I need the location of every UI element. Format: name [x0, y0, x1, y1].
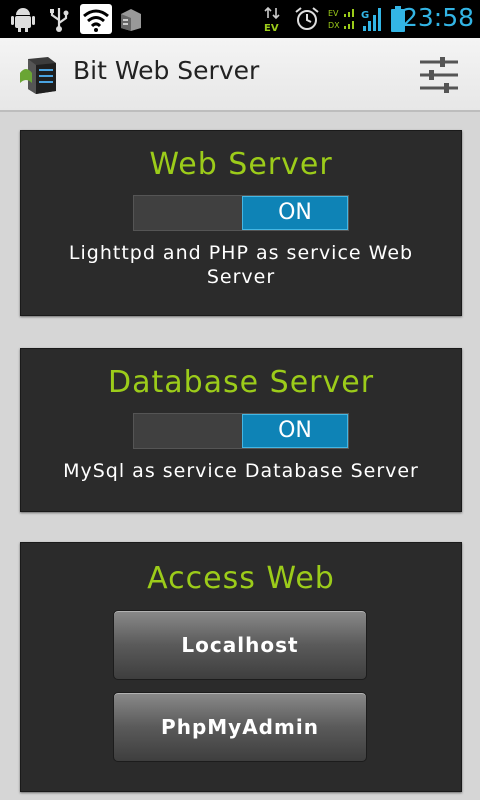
svg-text:EV: EV — [264, 23, 279, 32]
web-server-toggle[interactable]: ON — [133, 195, 349, 231]
web-server-description: Lighttpd and PHP as service Web Server — [68, 242, 414, 288]
web-server-card: Web Server ON Lighttpd and PHP as servic… — [20, 130, 462, 316]
android-debug-icon — [11, 8, 35, 32]
dual-signal-icon: EV DX — [328, 9, 354, 30]
toggle-on-label: ON — [242, 196, 348, 230]
phpmyadmin-button[interactable]: PhpMyAdmin — [113, 692, 367, 762]
action-bar: Bit Web Server — [0, 38, 480, 112]
localhost-button[interactable]: Localhost — [113, 610, 367, 680]
settings-sliders-icon[interactable] — [418, 54, 460, 96]
server-notification-icon — [121, 9, 141, 31]
database-server-card: Database Server ON MySql as service Data… — [20, 348, 462, 512]
alarm-icon — [295, 7, 319, 30]
database-server-description: MySql as service Database Server — [63, 460, 419, 482]
toggle-off-track — [134, 196, 242, 230]
toggle-on-label: ON — [242, 414, 348, 448]
status-bar: EV EV DX G 23:58 — [0, 0, 480, 38]
web-server-title: Web Server — [149, 147, 333, 182]
app-title: Bit Web Server — [73, 56, 260, 85]
access-web-title: Access Web — [147, 561, 335, 596]
wifi-icon — [80, 4, 112, 34]
svg-text:DX: DX — [328, 21, 340, 30]
svg-text:EV: EV — [328, 9, 339, 18]
app-logo-icon — [20, 57, 56, 94]
usb-icon — [50, 8, 69, 32]
database-server-toggle[interactable]: ON — [133, 413, 349, 449]
svg-text:G: G — [361, 10, 369, 21]
data-transfer-icon: EV — [264, 6, 280, 32]
database-server-title: Database Server — [107, 365, 375, 400]
clock: 23:58 — [401, 3, 474, 32]
signal-icon: G — [361, 8, 381, 31]
toggle-off-track — [134, 414, 242, 448]
access-web-card: Access Web Localhost PhpMyAdmin — [20, 542, 462, 792]
